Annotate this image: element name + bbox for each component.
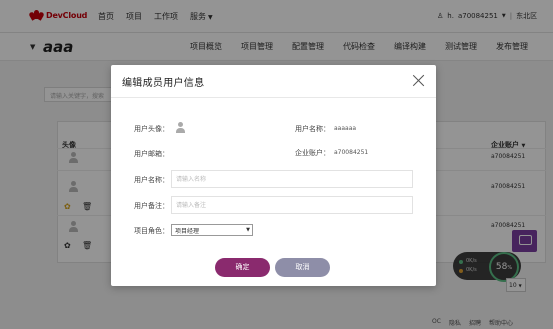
chevron-down-icon: ▼: [246, 227, 250, 233]
corp-account-value: a70084251: [334, 149, 369, 156]
user-avatar-icon: [176, 122, 185, 133]
label-corp-account: 企业账户：: [295, 149, 330, 157]
cancel-button[interactable]: 取消: [275, 258, 330, 277]
role-select[interactable]: 项目经理 ▼: [171, 224, 253, 236]
label-email: 用户邮箱：: [134, 150, 169, 158]
label-username: 用户名称：: [295, 125, 330, 133]
label-avatar: 用户头像：: [134, 125, 169, 133]
dialog-title: 编辑成员用户信息: [122, 78, 205, 89]
role-selected-value: 项目经理: [175, 228, 200, 235]
confirm-button[interactable]: 确定: [215, 258, 270, 277]
username-value: aaaaaa: [334, 125, 357, 132]
label-remark: 用户备注：: [134, 202, 169, 210]
label-nickname: 用户名称：: [134, 176, 169, 184]
label-role: 项目角色：: [134, 227, 169, 235]
dialog-header: 编辑成员用户信息: [111, 65, 436, 98]
close-icon[interactable]: [412, 74, 425, 87]
edit-member-dialog: 编辑成员用户信息 用户头像： 用户名称： aaaaaa 用户邮箱： 企业账户： …: [111, 65, 436, 286]
remark-input[interactable]: [171, 196, 413, 214]
nickname-input[interactable]: [171, 170, 413, 188]
